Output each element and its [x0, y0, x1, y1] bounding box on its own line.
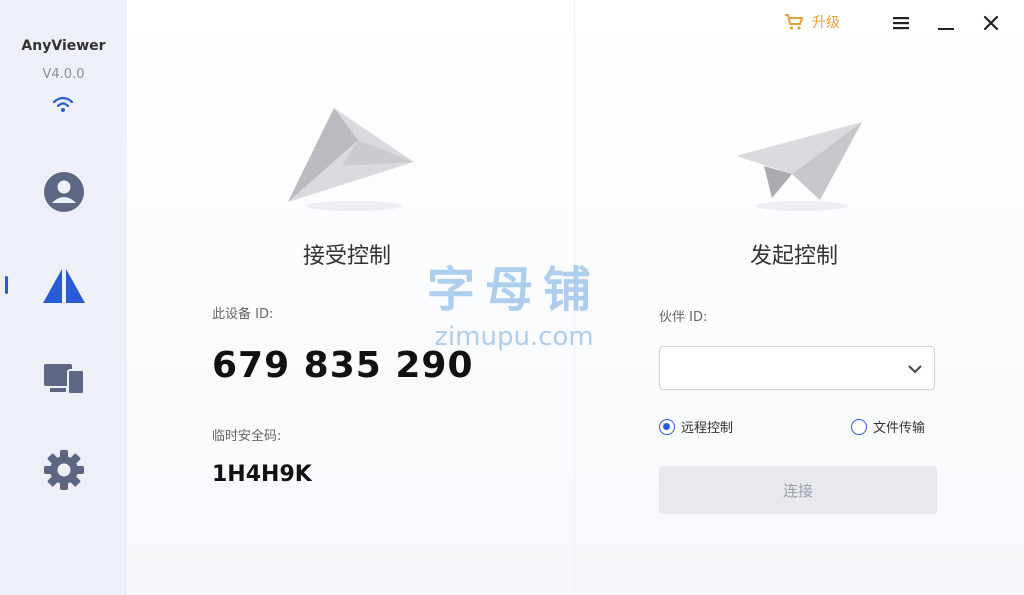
- devices-icon: [44, 364, 85, 395]
- close-icon: [983, 15, 999, 31]
- menu-button[interactable]: [887, 10, 915, 36]
- security-code-label: 临时安全码:: [212, 429, 282, 444]
- watermark-cn: 字母铺: [426, 262, 601, 318]
- radio-dot[interactable]: [851, 418, 867, 435]
- anyviewer-logo-icon: [43, 269, 85, 303]
- user-circle-icon: [44, 172, 84, 212]
- connect-button[interactable]: 连接: [659, 466, 937, 514]
- gear-icon: [44, 450, 84, 490]
- app-version: V4.0.0: [42, 67, 85, 82]
- radio-remote-control-label: 远程控制: [681, 421, 734, 436]
- minimize-button[interactable]: [932, 10, 960, 36]
- radio-dot-selected[interactable]: [659, 418, 675, 435]
- partner-id-label: 伙伴 ID:: [659, 310, 708, 325]
- partner-id-input[interactable]: [659, 346, 935, 390]
- app-name: AnyViewer: [21, 38, 106, 54]
- sidebar-item-devices[interactable]: [38, 352, 90, 404]
- upgrade-button[interactable]: 升级: [784, 10, 840, 34]
- watermark-en: zimupu.com: [434, 322, 594, 352]
- paper-plane-illustration-initiate: [736, 122, 862, 211]
- minimize-icon: [938, 28, 954, 30]
- paper-plane-illustration-receive: [288, 108, 414, 211]
- menu-icon: [893, 17, 909, 30]
- wifi-icon: [52, 96, 74, 112]
- sidebar: AnyViewer V4.0.0: [0, 0, 127, 595]
- receive-title: 接受控制: [303, 244, 392, 269]
- close-button[interactable]: [977, 10, 1005, 36]
- sidebar-item-settings[interactable]: [38, 444, 90, 496]
- security-code-value: 1H4H9K: [212, 462, 312, 487]
- initiate-title: 发起控制: [750, 244, 839, 269]
- upgrade-label: 升级: [812, 15, 840, 31]
- radio-file-transfer-label: 文件传输: [873, 421, 926, 436]
- device-id-label: 此设备 ID:: [212, 307, 274, 322]
- cart-icon: [785, 14, 803, 30]
- radio-file-transfer[interactable]: 文件传输: [851, 417, 925, 436]
- chevron-down-icon[interactable]: [906, 360, 924, 378]
- active-indicator: [5, 276, 8, 294]
- radio-remote-control[interactable]: 远程控制: [659, 417, 733, 436]
- watermark: 字母铺 zimupu.com: [414, 250, 614, 352]
- sidebar-item-account[interactable]: [38, 166, 90, 218]
- sidebar-item-remote-control[interactable]: [38, 259, 90, 311]
